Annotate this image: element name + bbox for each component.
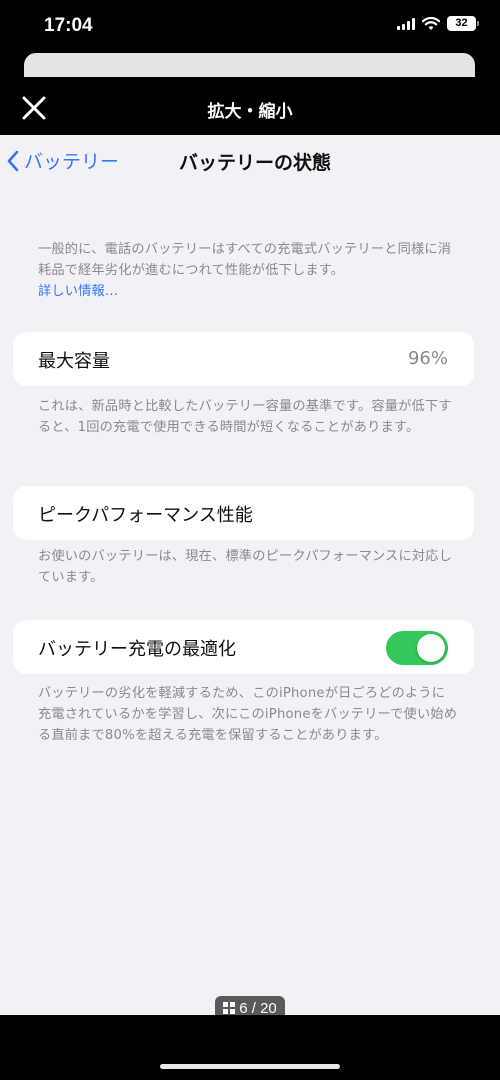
grid-icon: [223, 1002, 236, 1014]
max-capacity-value: 96%: [407, 348, 448, 369]
page-indicator-text: 6 / 20: [239, 999, 277, 1017]
wifi-icon: [422, 16, 440, 30]
sheet-grabber[interactable]: [24, 53, 475, 77]
peak-performance-footnote: お使いのバッテリーは、現在、標準のピークパフォーマンスに対応しています。: [38, 549, 453, 585]
home-indicator[interactable]: [160, 1064, 340, 1069]
learn-more-link[interactable]: 詳しい情報...: [38, 281, 458, 302]
optimized-charging-row: バッテリー充電の最適化: [13, 620, 474, 674]
viewer-title: 拡大・縮小: [207, 102, 293, 122]
peak-performance-label: ピークパフォーマンス性能: [38, 505, 253, 526]
intro-text: 一般的に、電話のバッテリーはすべての充電式バッテリーと同様に消耗品で経年劣化が進…: [38, 242, 452, 278]
toggle-knob: [417, 634, 445, 662]
optimized-charging-footnote: バッテリーの劣化を軽減するため、このiPhoneが日ごろどのように充電されている…: [38, 686, 458, 743]
status-time: 17:04: [44, 15, 93, 36]
battery-icon: 32: [447, 16, 479, 31]
status-bar: 17:04 32: [0, 0, 500, 52]
max-capacity-label: 最大容量: [38, 351, 110, 372]
optimized-charging-toggle[interactable]: [386, 631, 448, 665]
max-capacity-footnote: これは、新品時と比較したバッテリー容量の基準です。容量が低下すると、1回の充電で…: [38, 399, 452, 435]
intro-text-block: 一般的に、電話のバッテリーはすべての充電式バッテリーと同様に消耗品で経年劣化が進…: [38, 239, 458, 302]
max-capacity-row: 最大容量 96%: [13, 332, 474, 386]
battery-level: 32: [455, 17, 468, 29]
optimized-charging-label: バッテリー充電の最適化: [38, 639, 236, 660]
cellular-signal-icon: [397, 17, 415, 30]
bottom-bar: [0, 1015, 500, 1080]
viewer-header: 拡大・縮小: [0, 82, 500, 134]
page-title: バッテリーの状態: [178, 152, 331, 174]
peak-performance-row: ピークパフォーマンス性能: [13, 486, 474, 540]
battery-health-screen: バッテリー バッテリーの状態 一般的に、電話のバッテリーはすべての充電式バッテリ…: [0, 135, 500, 1015]
status-icons: 32: [397, 16, 479, 31]
